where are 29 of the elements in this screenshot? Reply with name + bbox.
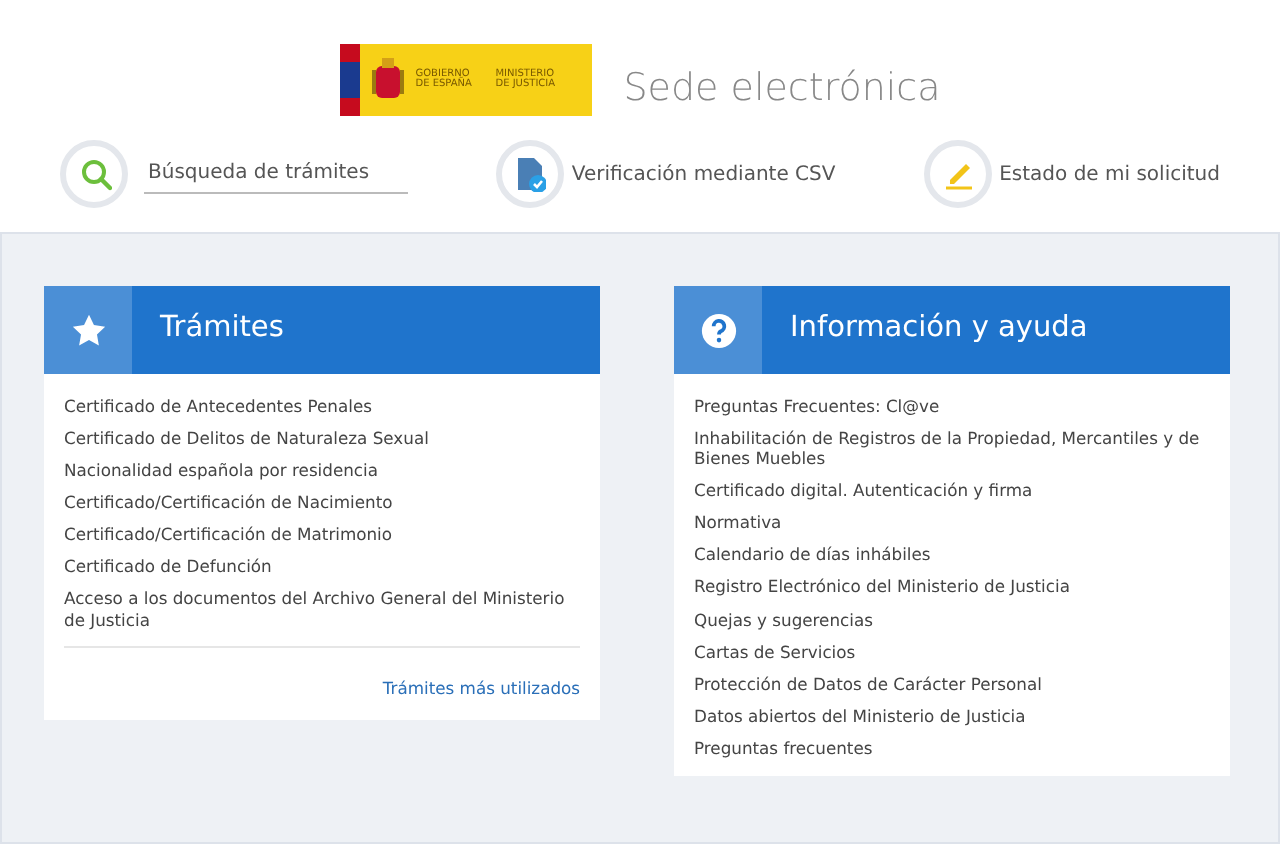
list-link[interactable]: Preguntas frecuentes: [694, 731, 1210, 764]
list-link[interactable]: Certificado/Certificación de Nacimiento: [64, 486, 580, 519]
list-link[interactable]: Certificado de Antecedentes Penales: [64, 390, 580, 423]
list-link[interactable]: Datos abiertos del Ministerio de Justicia: [694, 699, 1210, 732]
list-link[interactable]: Nacionalidad española por residencia: [64, 454, 580, 487]
list-link[interactable]: Certificado digital. Autenticación y firma: [694, 474, 1210, 507]
quick-link[interactable]: Verificación mediante CSV: [571, 159, 836, 189]
help-icon: [699, 311, 737, 349]
list-link[interactable]: Inhabilitación de Registros de la Propiedad, Mercantiles y de Bienes Muebles: [694, 422, 1210, 475]
panel-title: Información y ayuda: [788, 310, 1088, 349]
list-link[interactable]: Registro Electrónico del Ministerio de Justicia: [694, 570, 1210, 604]
search-icon[interactable]: [77, 156, 111, 192]
list-link[interactable]: Normativa: [694, 506, 1210, 539]
star-icon: [69, 311, 107, 349]
list-link[interactable]: Certificado/Certificación de Matrimonio: [64, 518, 580, 551]
list-link[interactable]: Quejas y sugerencias: [694, 603, 1210, 636]
document-check-icon[interactable]: [512, 156, 547, 192]
site-title: Sede electrónica: [623, 63, 941, 113]
list-link[interactable]: Certificado de Delitos de Naturaleza Sexual: [64, 422, 580, 455]
list-link[interactable]: Calendario de días inhábiles: [694, 538, 1210, 571]
search-field[interactable]: Búsqueda de trámites: [144, 154, 408, 194]
panel-title: Trámites: [158, 310, 284, 349]
list-link[interactable]: Protección de Datos de Carácter Personal: [694, 667, 1210, 700]
more-link[interactable]: Trámites más utilizados: [382, 677, 580, 698]
list-link[interactable]: Certificado de Defunción: [64, 550, 580, 583]
list-link[interactable]: Cartas de Servicios: [694, 635, 1210, 668]
quick-link[interactable]: Estado de mi solicitud: [999, 159, 1220, 189]
list-link[interactable]: Preguntas Frecuentes: Cl@ve: [694, 390, 1210, 423]
list-link[interactable]: Acceso a los documentos del Archivo General del Ministerio de Justicia: [64, 582, 580, 636]
